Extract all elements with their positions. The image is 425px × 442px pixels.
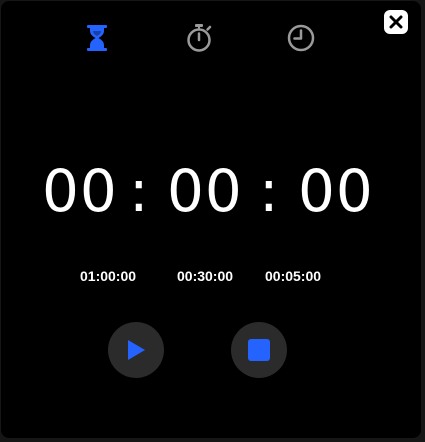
time-separator: : (129, 157, 150, 225)
minutes-value: 00 (167, 157, 243, 225)
hourglass-icon (87, 25, 107, 51)
play-icon (128, 340, 145, 360)
time-display: 00 : 00 : 00 (1, 151, 425, 231)
preset-30-minutes[interactable]: 00:30:00 (177, 267, 233, 285)
clock-icon (287, 24, 315, 52)
preset-5-minutes[interactable]: 00:05:00 (265, 267, 321, 285)
play-button[interactable] (108, 322, 164, 378)
tab-stopwatch[interactable] (182, 21, 216, 55)
stop-button[interactable] (231, 322, 287, 378)
tab-timer[interactable] (80, 21, 114, 55)
time-separator: : (259, 157, 280, 225)
stopwatch-icon (187, 24, 212, 52)
preset-1-hour[interactable]: 01:00:00 (80, 267, 136, 285)
close-button[interactable] (384, 10, 408, 34)
hours-value: 00 (42, 157, 118, 225)
close-icon (389, 15, 403, 29)
timer-panel: 00 : 00 : 00 01:00:00 00:30:00 00:05:00 (1, 1, 421, 438)
seconds-value: 00 (298, 157, 374, 225)
tab-clock[interactable] (284, 21, 318, 55)
stop-icon (248, 339, 270, 361)
timer-window: 00 : 00 : 00 01:00:00 00:30:00 00:05:00 (0, 0, 425, 442)
